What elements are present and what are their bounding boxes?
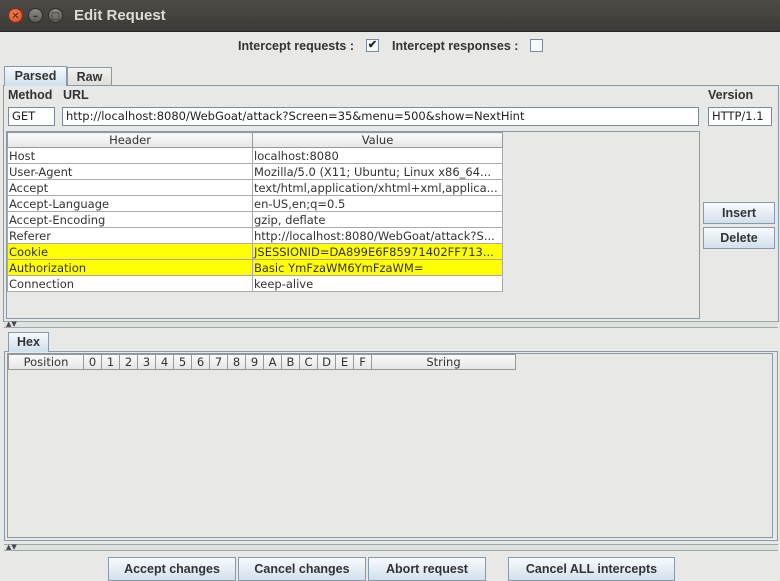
intercept-responses-checkbox[interactable] <box>530 39 543 52</box>
hex-column-byte[interactable]: 4 <box>156 354 174 370</box>
hex-table-header: Position 0 1 2 3 4 5 6 7 8 9 A B C D E F String <box>8 354 516 370</box>
intercept-requests-checkbox[interactable]: ✔ <box>366 39 379 52</box>
header-value-cell[interactable]: gzip, deflate <box>252 211 503 228</box>
table-row[interactable]: Host localhost:8080 <box>7 147 503 164</box>
header-name-cell[interactable]: Cookie <box>7 243 253 260</box>
header-name-cell[interactable]: Accept-Language <box>7 195 253 212</box>
tab-parsed[interactable]: Parsed <box>4 66 67 86</box>
hex-column-byte[interactable]: 2 <box>120 354 138 370</box>
minimize-window-button[interactable]: – <box>28 8 43 23</box>
headers-table: Header Value Host localhost:8080 User-Agen… <box>7 132 503 292</box>
header-name-cell[interactable]: Authorization <box>7 259 253 276</box>
header-value-cell[interactable]: text/html,application/xhtml+xml,applica.… <box>252 179 503 196</box>
hex-column-byte[interactable]: E <box>336 354 354 370</box>
column-header-value[interactable]: Value <box>252 132 503 148</box>
delete-button[interactable]: Delete <box>703 227 775 249</box>
header-name-cell[interactable]: Connection <box>7 275 253 292</box>
tab-raw[interactable]: Raw <box>67 67 112 86</box>
header-name-cell[interactable]: User-Agent <box>7 163 253 180</box>
header-name-cell[interactable]: Accept <box>7 179 253 196</box>
close-window-button[interactable]: ✕ <box>8 8 23 23</box>
hex-column-position[interactable]: Position <box>8 354 84 370</box>
table-row[interactable]: Accept-Language en-US,en;q=0.5 <box>7 195 503 212</box>
hex-column-byte[interactable]: 9 <box>246 354 264 370</box>
hex-column-byte[interactable]: B <box>282 354 300 370</box>
intercept-requests-label: Intercept requests : <box>238 39 355 53</box>
collapse-arrow-icon[interactable]: ▲▼ <box>6 320 17 328</box>
bottom-split-divider[interactable]: ▲▼ <box>4 543 778 551</box>
hex-column-byte[interactable]: F <box>354 354 372 370</box>
header-value-cell[interactable]: Mozilla/5.0 (X11; Ubuntu; Linux x86_64..… <box>252 163 503 180</box>
split-divider[interactable]: ▲▼ <box>4 320 778 328</box>
hex-column-byte[interactable]: 6 <box>192 354 210 370</box>
intercept-responses-label: Intercept responses : <box>392 39 519 53</box>
accept-changes-button[interactable]: Accept changes <box>108 557 236 581</box>
header-value-cell[interactable]: en-US,en;q=0.5 <box>252 195 503 212</box>
maximize-window-button[interactable]: □ <box>48 8 63 23</box>
hex-column-byte[interactable]: 0 <box>84 354 102 370</box>
version-field[interactable]: HTTP/1.1 <box>708 107 772 126</box>
hex-column-byte[interactable]: D <box>318 354 336 370</box>
url-field[interactable]: http://localhost:8080/WebGoat/attack?Scr… <box>62 107 699 126</box>
method-label: Method <box>8 88 53 102</box>
headers-table-container: Header Value Host localhost:8080 User-Agen… <box>6 131 700 319</box>
table-row[interactable]: User-Agent Mozilla/5.0 (X11; Ubuntu; Linu… <box>7 163 503 180</box>
hex-column-byte[interactable]: C <box>300 354 318 370</box>
table-row[interactable]: Accept text/html,application/xhtml+xml,ap… <box>7 179 503 196</box>
table-row[interactable]: Authorization Basic YmFzaWM6YmFzaWM= <box>7 259 503 276</box>
insert-button[interactable]: Insert <box>703 202 775 224</box>
abort-request-button[interactable]: Abort request <box>368 557 486 581</box>
table-row[interactable]: Cookie JSESSIONID=DA899E6F85971402FF713..… <box>7 243 503 260</box>
hex-column-string[interactable]: String <box>372 354 516 370</box>
version-label: Version <box>708 88 754 102</box>
hex-column-byte[interactable]: 5 <box>174 354 192 370</box>
method-field[interactable]: GET <box>8 107 55 126</box>
header-value-cell[interactable]: keep-alive <box>252 275 503 292</box>
table-row[interactable]: Referer http://localhost:8080/WebGoat/att… <box>7 227 503 244</box>
header-name-cell[interactable]: Referer <box>7 227 253 244</box>
hex-column-byte[interactable]: 1 <box>102 354 120 370</box>
collapse-arrow-icon[interactable]: ▲▼ <box>6 543 17 551</box>
hex-column-byte[interactable]: A <box>264 354 282 370</box>
intercept-options: Intercept requests : ✔ Intercept respons… <box>0 38 780 56</box>
tab-hex[interactable]: Hex <box>8 332 49 352</box>
window-title: Edit Request <box>74 7 166 24</box>
column-header-header[interactable]: Header <box>7 132 253 148</box>
hex-column-byte[interactable]: 8 <box>228 354 246 370</box>
cancel-all-intercepts-button[interactable]: Cancel ALL intercepts <box>508 557 675 581</box>
cancel-changes-button[interactable]: Cancel changes <box>238 557 366 581</box>
hex-column-byte[interactable]: 3 <box>138 354 156 370</box>
header-value-cell[interactable]: http://localhost:8080/WebGoat/attack?S..… <box>252 227 503 244</box>
header-value-cell[interactable]: localhost:8080 <box>252 147 503 164</box>
hex-column-byte[interactable]: 7 <box>210 354 228 370</box>
header-value-cell[interactable]: JSESSIONID=DA899E6F85971402FF713... <box>252 243 503 260</box>
header-name-cell[interactable]: Accept-Encoding <box>7 211 253 228</box>
table-row[interactable]: Connection keep-alive <box>7 275 503 292</box>
url-label: URL <box>63 88 89 102</box>
header-name-cell[interactable]: Host <box>7 147 253 164</box>
title-bar: ✕ – □ Edit Request <box>0 0 780 32</box>
hex-table-container: Position 0 1 2 3 4 5 6 7 8 9 A B C D E F String <box>7 353 773 538</box>
table-row[interactable]: Accept-Encoding gzip, deflate <box>7 211 503 228</box>
header-value-cell[interactable]: Basic YmFzaWM6YmFzaWM= <box>252 259 503 276</box>
